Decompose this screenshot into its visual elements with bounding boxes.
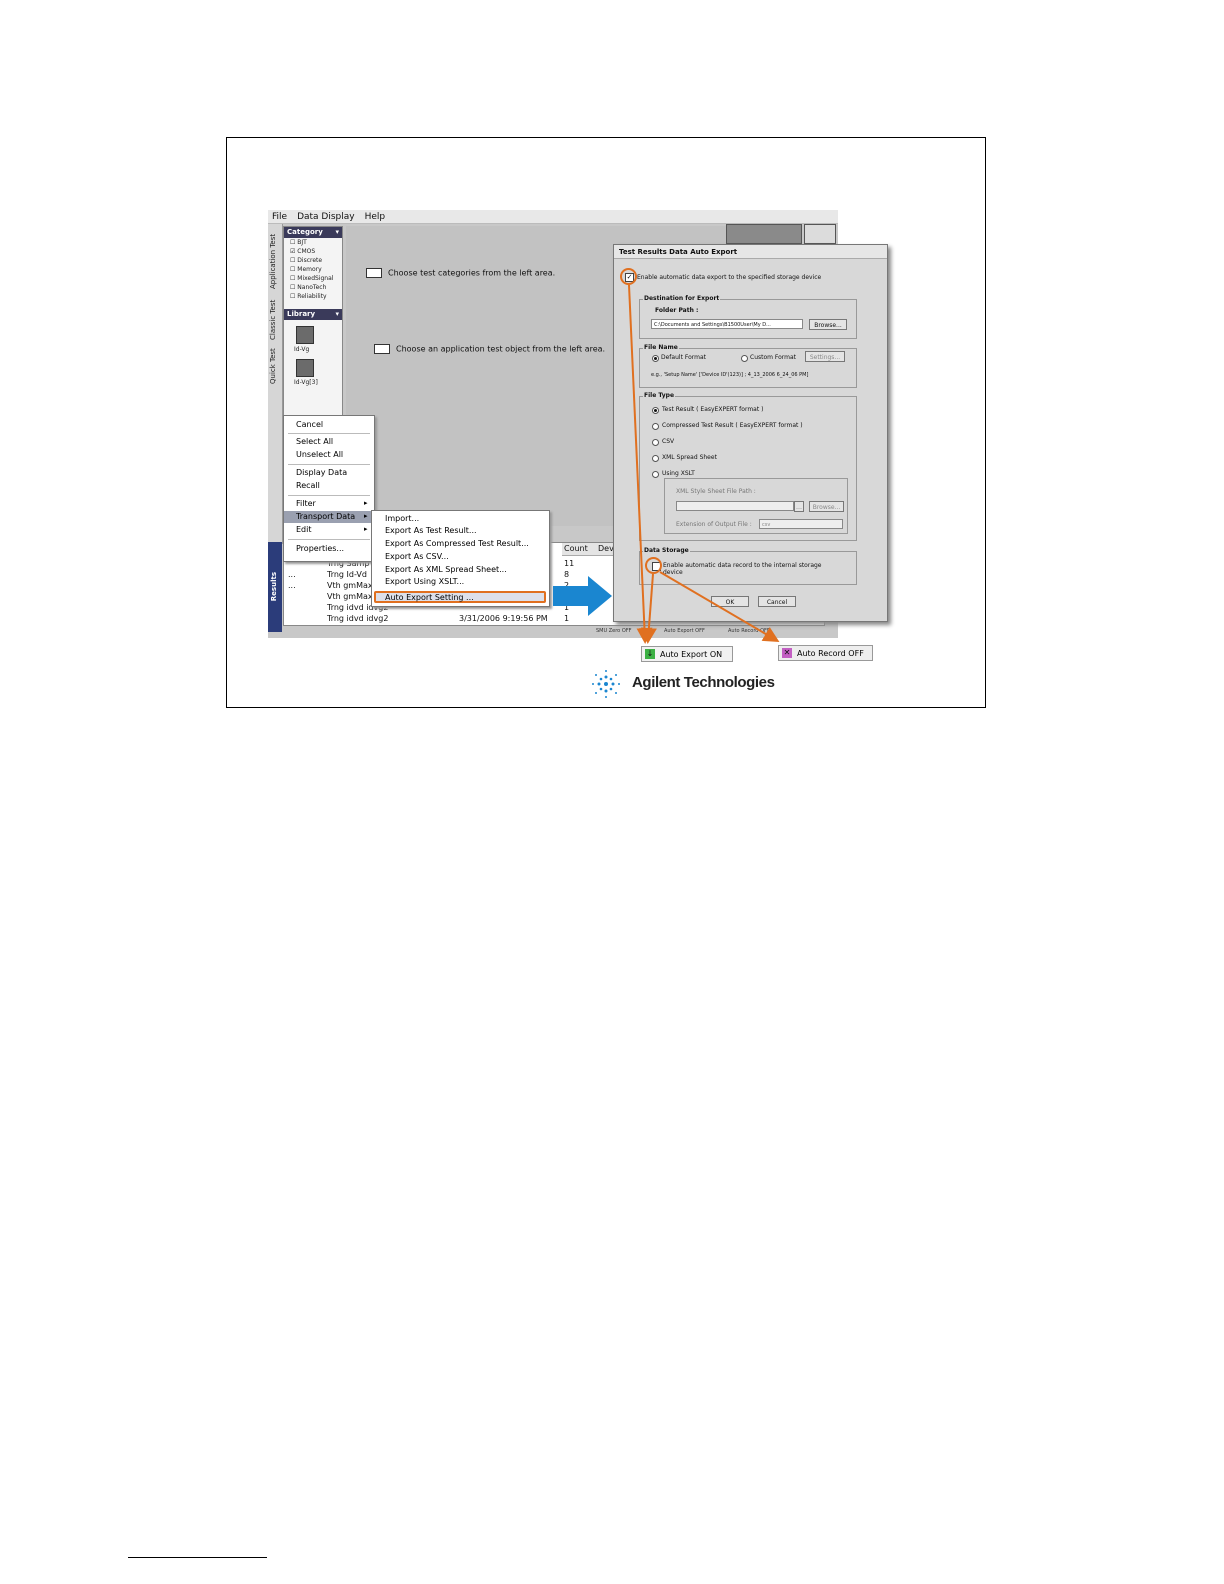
auto-record-off-badge: ✕ Auto Record OFF bbox=[778, 645, 873, 661]
arrow-to-export-badge-2 bbox=[640, 573, 657, 644]
agilent-logo-text: Agilent Technologies bbox=[632, 674, 775, 691]
auto-export-on-badge: ↓ Auto Export ON bbox=[641, 646, 733, 662]
arrow-to-export-badge bbox=[628, 284, 653, 644]
agilent-spark-icon bbox=[592, 670, 620, 698]
connector-arrows bbox=[628, 284, 780, 644]
record-off-icon: ✕ bbox=[782, 648, 792, 658]
export-icon: ↓ bbox=[645, 649, 655, 659]
footnote-rule bbox=[128, 1557, 267, 1558]
arrow-to-record-badge bbox=[659, 571, 780, 643]
